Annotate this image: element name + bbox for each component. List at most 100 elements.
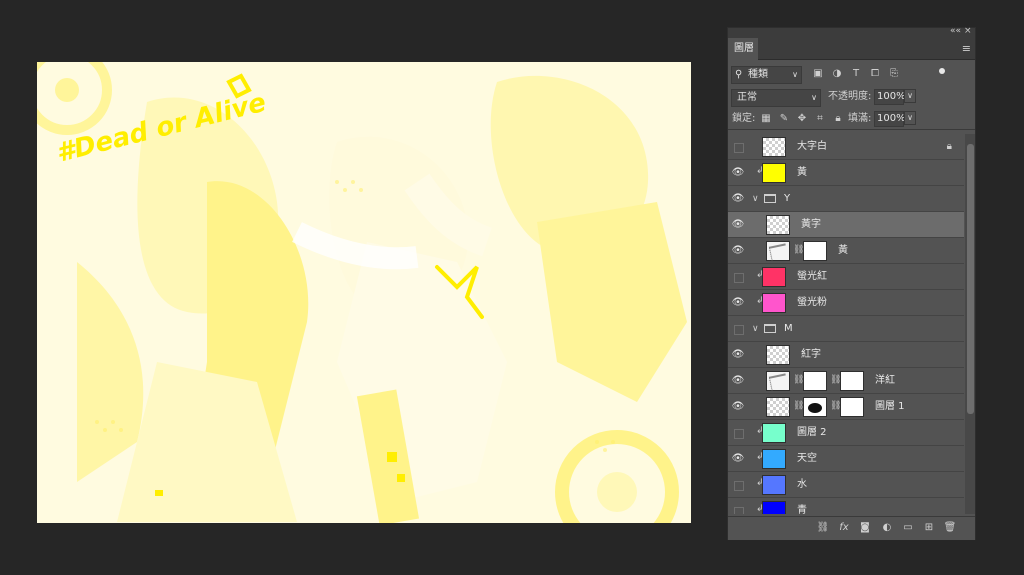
layer-name: 黃: [838, 245, 848, 256]
layer-thumbnail[interactable]: [766, 241, 790, 261]
layer-thumbnail[interactable]: [762, 423, 786, 443]
layer-thumbnail[interactable]: [766, 371, 790, 391]
layer-thumbnail[interactable]: [762, 501, 786, 514]
lock-paint-icon[interactable]: ✎: [778, 113, 790, 125]
layer-thumbnail[interactable]: [766, 345, 790, 365]
kind-filter-select[interactable]: ⚲ 種類 ∨: [731, 66, 802, 84]
chevron-down-icon[interactable]: ∨: [752, 316, 759, 342]
eye-icon[interactable]: 👁︎: [730, 242, 746, 260]
eye-icon[interactable]: 👁︎: [730, 450, 746, 468]
layer-row[interactable]: ↲ 水: [728, 472, 964, 498]
layer-row[interactable]: ↲ 青: [728, 498, 964, 514]
layer-mask-thumbnail[interactable]: [803, 371, 827, 391]
visibility-off-icon[interactable]: [730, 476, 746, 494]
opacity-label: 不透明度:: [828, 91, 872, 102]
eye-icon[interactable]: 👁︎: [730, 372, 746, 390]
filter-toggle-icon[interactable]: [939, 68, 945, 74]
layer-row[interactable]: 👁︎ ⛓ ⛓ 洋紅: [728, 368, 964, 394]
filter-smartobject-icon[interactable]: ⎘: [888, 68, 900, 80]
collapse-panel-icon[interactable]: ««: [950, 26, 961, 36]
layer-thumbnail[interactable]: [762, 449, 786, 469]
document-canvas[interactable]: #Dead or Alive: [37, 62, 691, 523]
visibility-off-icon[interactable]: [730, 502, 746, 514]
layer-row[interactable]: ↲ 螢光紅: [728, 264, 964, 290]
fx-icon[interactable]: fx: [837, 521, 851, 535]
vector-mask-thumbnail[interactable]: [840, 397, 864, 417]
panel-tabbar: 圖層 ≡: [728, 38, 975, 60]
filter-pixel-icon[interactable]: ▣: [812, 68, 824, 80]
visibility-off-icon[interactable]: [730, 138, 746, 156]
blend-mode-select[interactable]: 正常 ∨: [731, 89, 821, 107]
eye-icon[interactable]: 👁︎: [730, 294, 746, 312]
layer-mask-thumbnail[interactable]: [803, 241, 827, 261]
eye-icon[interactable]: 👁︎: [730, 346, 746, 364]
lock-all-icon[interactable]: 🔒︎: [832, 113, 844, 125]
layer-name: 黃字: [801, 219, 821, 230]
visibility-off-icon[interactable]: [730, 268, 746, 286]
eye-icon[interactable]: 👁︎: [730, 164, 746, 182]
adjustment-icon[interactable]: ◐: [880, 521, 894, 535]
layer-row[interactable]: 👁︎ 紅字: [728, 342, 964, 368]
layer-row[interactable]: 👁︎ ⛓ ⛓ 圖層 1: [728, 394, 964, 420]
layer-row[interactable]: 👁︎ ↲ 螢光粉: [728, 290, 964, 316]
panel-titlebar: «« ×: [728, 26, 975, 38]
layer-name: 水: [797, 479, 807, 490]
lock-position-icon[interactable]: ✥: [796, 113, 808, 125]
layer-row[interactable]: 👁︎ ↲ 天空: [728, 446, 964, 472]
link-icon[interactable]: ⛓: [816, 521, 830, 535]
layer-thumbnail[interactable]: [766, 397, 790, 417]
layer-name: 洋紅: [875, 375, 895, 386]
visibility-off-icon[interactable]: [730, 320, 746, 338]
layer-list: 大字白 🔒︎ 👁︎ ↲ 黃 👁︎ ∨ Y 👁︎ 黃字 👁︎ ⛓ 黃 ↲ 螢光紅 👁︎ ↲ 螢光粉 ∨ M 👁︎ 紅字 👁︎ ⛓…: [728, 134, 964, 514]
fill-field[interactable]: 100%: [874, 111, 906, 127]
scrollbar-thumb[interactable]: [967, 144, 974, 414]
opacity-field[interactable]: 100%: [874, 89, 906, 105]
layer-row[interactable]: 👁︎ ∨ Y: [728, 186, 964, 212]
eye-icon[interactable]: 👁︎: [730, 216, 746, 234]
layer-thumbnail[interactable]: [762, 293, 786, 313]
layer-name: 圖層 2: [797, 427, 827, 438]
layer-row[interactable]: 👁︎ 黃字: [728, 212, 964, 238]
lock-transparent-icon[interactable]: ▦: [760, 113, 772, 125]
eye-icon[interactable]: 👁︎: [730, 190, 746, 208]
lock-artboard-icon[interactable]: ⌗: [814, 113, 826, 125]
blend-row: 正常 ∨ 不透明度: 100% ∨: [728, 88, 975, 108]
layer-name: 大字白: [797, 141, 827, 152]
layer-name: 螢光粉: [797, 297, 827, 308]
layer-thumbnail[interactable]: [762, 475, 786, 495]
layer-thumbnail[interactable]: [762, 137, 786, 157]
layer-row[interactable]: 👁︎ ↲ 黃: [728, 160, 964, 186]
trash-icon[interactable]: 🗑︎: [943, 521, 957, 535]
tab-layers[interactable]: 圖層: [728, 38, 758, 60]
filter-adjustment-icon[interactable]: ◑: [831, 68, 843, 80]
layer-row[interactable]: 👁︎ ⛓ 黃: [728, 238, 964, 264]
layer-thumbnail[interactable]: [762, 267, 786, 287]
layer-thumbnail[interactable]: [766, 215, 790, 235]
new-group-icon[interactable]: ▭: [901, 521, 915, 535]
layer-list-scrollbar[interactable]: [965, 134, 975, 514]
canvas-artwork: #Dead or Alive: [37, 62, 691, 523]
layer-name: 青: [797, 505, 807, 514]
chevron-down-icon: ∨: [792, 70, 798, 79]
layer-mask-thumbnail[interactable]: [803, 397, 827, 417]
mask-icon[interactable]: ◙: [858, 521, 872, 535]
new-layer-icon[interactable]: ⊞: [922, 521, 936, 535]
panel-menu-icon[interactable]: ≡: [962, 42, 971, 55]
filter-shape-icon[interactable]: ⧠: [869, 68, 881, 80]
eye-icon[interactable]: 👁︎: [730, 398, 746, 416]
layers-panel: «« × 圖層 ≡ ⚲ 種類 ∨ ▣ ◑ T ⧠ ⎘ 正常 ∨ 不透明度: 10…: [727, 26, 976, 540]
layer-row[interactable]: ↲ 圖層 2: [728, 420, 964, 446]
kind-filter-value: 種類: [748, 69, 768, 80]
visibility-off-icon[interactable]: [730, 424, 746, 442]
close-panel-icon[interactable]: ×: [964, 26, 972, 36]
fill-chevron-icon[interactable]: ∨: [904, 111, 916, 125]
lock-icon: 🔒︎: [946, 141, 952, 152]
filter-type-icon[interactable]: T: [850, 68, 862, 80]
chevron-down-icon[interactable]: ∨: [752, 186, 759, 212]
vector-mask-thumbnail[interactable]: [840, 371, 864, 391]
layer-thumbnail[interactable]: [762, 163, 786, 183]
layer-row[interactable]: 大字白 🔒︎: [728, 134, 964, 160]
opacity-chevron-icon[interactable]: ∨: [904, 89, 916, 103]
fill-label: 填滿:: [848, 113, 872, 124]
layer-row[interactable]: ∨ M: [728, 316, 964, 342]
